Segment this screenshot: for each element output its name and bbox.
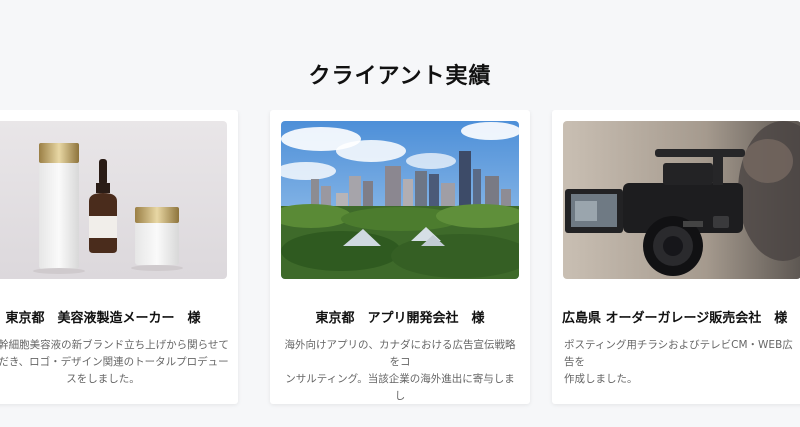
client-cards-carousel[interactable]: 東京都 美容液製造メーカー 様 ヒト幹細胞美容液の新ブランド立ち上げから関らせて… bbox=[0, 110, 800, 410]
client-card-description: ヒト幹細胞美容液の新ブランド立ち上げから関らせて いただき、ロゴ・デザイン関連の… bbox=[0, 339, 229, 385]
client-card-garage-company[interactable]: 広島県 オーダーガレージ販売会社 様 ポスティング用チラシおよびテレビCM・WE… bbox=[552, 110, 800, 404]
cosmetic-bottles-image bbox=[0, 121, 227, 279]
city-skyline-image bbox=[281, 121, 519, 279]
client-card-app-company[interactable]: 東京都 アプリ開発会社 様 海外向けアプリの、カナダにおける広告宣伝戦略をコ ン… bbox=[270, 110, 530, 404]
video-camera-image bbox=[563, 121, 800, 279]
client-card-title: 東京都 美容液製造メーカー 様 bbox=[5, 311, 201, 326]
client-card-description: ポスティング用チラシおよびテレビCM・WEB広告を 作成しました。 bbox=[564, 339, 793, 385]
client-card-title: 東京都 アプリ開発会社 様 bbox=[315, 311, 485, 326]
client-card-description: 海外向けアプリの、カナダにおける広告宣伝戦略をコ ンサルティング。当該企業の海外… bbox=[284, 339, 516, 402]
section-title: クライアント実績 bbox=[308, 64, 492, 89]
client-card-cosmetics[interactable]: 東京都 美容液製造メーカー 様 ヒト幹細胞美容液の新ブランド立ち上げから関らせて… bbox=[0, 110, 238, 404]
client-card-title: 広島県 オーダーガレージ販売会社 様 bbox=[562, 311, 788, 326]
